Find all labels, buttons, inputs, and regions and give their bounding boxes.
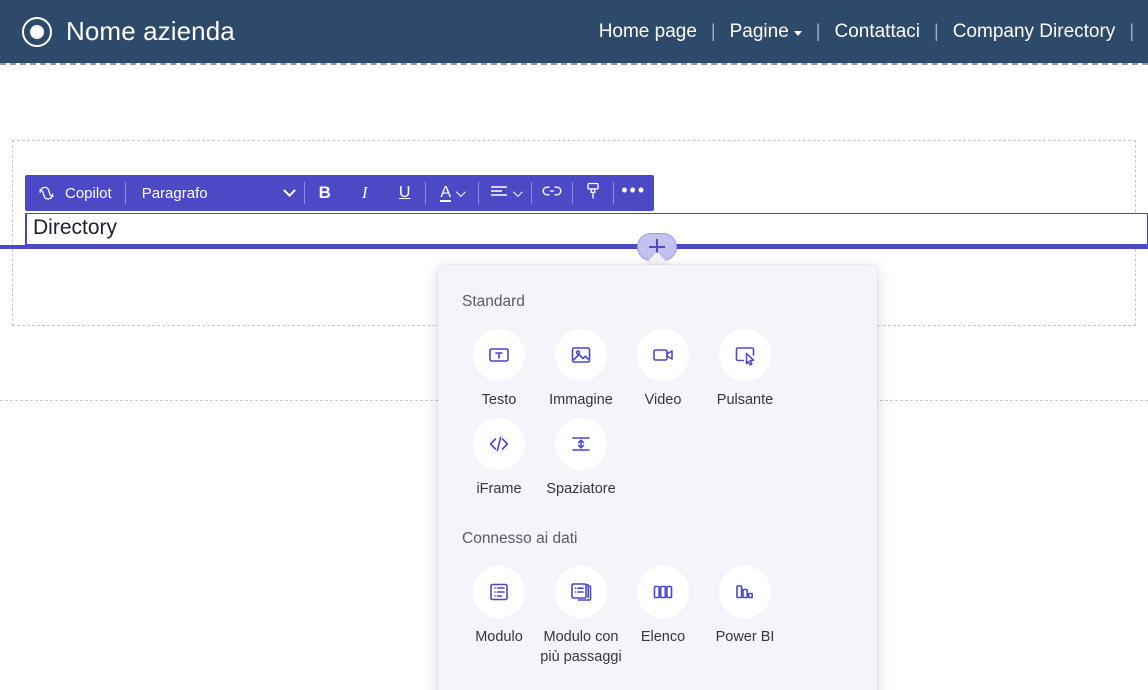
text-web-part-content[interactable]: Directory	[27, 214, 1147, 240]
tile-icon-container	[555, 566, 607, 618]
site-header: Nome azienda Home page | Pagine | Contat…	[0, 0, 1148, 63]
page-root: Nome azienda Home page | Pagine | Contat…	[0, 0, 1148, 690]
tile-icon-container	[473, 329, 525, 381]
tile-icon-container	[719, 329, 771, 381]
tile-icon-container	[473, 566, 525, 618]
nav-separator: |	[934, 21, 939, 41]
nav-item-pagine[interactable]: Pagine	[730, 21, 802, 43]
font-color-label: A	[440, 183, 452, 202]
nav-item-home-page[interactable]: Home page	[599, 21, 697, 43]
web-part-picker-panel: Standard Testo Immagine Video Pulsante i…	[438, 265, 877, 690]
tile-label: Spaziatore	[546, 481, 616, 497]
web-part-tile-elenco[interactable]: Elenco	[622, 566, 704, 667]
text-format-toolbar: Copilot Paragrafo B I U A •••	[25, 175, 654, 211]
ellipsis-icon: •••	[621, 179, 647, 200]
section-title-standard: Standard	[462, 293, 525, 310]
code-brackets-icon	[489, 436, 509, 452]
bar-chart-descending-icon	[736, 585, 754, 599]
copilot-label: Copilot	[65, 184, 112, 202]
format-painter-icon	[585, 182, 601, 204]
button-cursor-icon	[735, 347, 755, 366]
tile-grid-connesso-ai-dati: Modulo Modulo con più passaggi Elenco Po…	[438, 548, 858, 667]
web-part-tile-iframe[interactable]: iFrame	[458, 418, 540, 499]
nav-item-company-directory[interactable]: Company Directory	[953, 21, 1116, 43]
paragraph-style-value: Paragrafo	[141, 184, 208, 202]
tile-label: Power BI	[715, 629, 775, 645]
underline-label: U	[398, 184, 411, 201]
font-color-button[interactable]: A	[426, 175, 478, 211]
link-icon	[541, 184, 563, 202]
text-icon	[489, 348, 509, 362]
insert-link-button[interactable]	[532, 175, 572, 211]
italic-button[interactable]: I	[345, 175, 385, 211]
section-title-connesso-ai-dati: Connesso ai dati	[462, 530, 578, 547]
copilot-button[interactable]: Copilot	[25, 175, 125, 211]
tile-label: Elenco	[640, 629, 686, 645]
tile-icon-container	[637, 329, 689, 381]
web-part-tile-pulsante[interactable]: Pulsante	[704, 329, 786, 410]
underline-button[interactable]: U	[385, 175, 425, 211]
format-painter-button[interactable]	[573, 175, 613, 211]
nav-item-label: Pagine	[729, 20, 789, 42]
multistep-form-icon	[571, 583, 592, 601]
tile-icon-container	[637, 566, 689, 618]
web-part-tile-testo[interactable]: Testo	[458, 329, 540, 410]
tile-icon-container	[473, 418, 525, 470]
text-alignment-button[interactable]	[479, 175, 531, 211]
nav-item-contattaci[interactable]: Contattaci	[834, 21, 920, 43]
chevron-down-icon	[282, 183, 296, 197]
nav-separator: |	[1129, 21, 1134, 41]
nav-item-label: Company Directory	[952, 20, 1116, 42]
nav-separator: |	[815, 21, 821, 41]
tile-label: Pulsante	[716, 392, 774, 408]
align-left-icon	[490, 184, 508, 202]
site-title: Nome azienda	[66, 16, 235, 46]
web-part-tile-immagine[interactable]: Immagine	[540, 329, 622, 410]
web-part-tile-spaziatore[interactable]: Spaziatore	[540, 418, 622, 499]
tile-icon-container	[719, 566, 771, 618]
image-icon	[571, 347, 591, 363]
italic-label: I	[361, 183, 368, 202]
chevron-down-icon	[793, 30, 802, 36]
tile-grid-standard: Testo Immagine Video Pulsante iFrame Spa…	[438, 311, 858, 499]
tile-label: Testo	[481, 392, 517, 408]
video-camera-icon	[653, 349, 673, 361]
tile-label: iFrame	[476, 481, 522, 497]
site-navigation: Home page | Pagine | Contattaci | Compan…	[599, 21, 1148, 43]
spacer-vertical-arrows-icon	[572, 437, 590, 451]
circle-target-icon	[22, 16, 52, 47]
form-icon	[490, 583, 508, 601]
tile-label: Modulo con più passaggi	[540, 629, 622, 665]
nav-item-label: Contattaci	[834, 20, 921, 42]
chevron-down-icon	[512, 186, 523, 197]
nav-item-label: Home page	[598, 20, 697, 42]
web-part-tile-video[interactable]: Video	[622, 329, 704, 410]
copilot-icon	[36, 183, 56, 203]
tile-label: Modulo	[475, 629, 523, 645]
tile-label: Immagine	[549, 392, 613, 408]
web-part-tile-modulo[interactable]: Modulo	[458, 566, 540, 667]
text-web-part[interactable]: Directory	[25, 213, 1148, 248]
paragraph-style-dropdown[interactable]: Paragrafo	[126, 175, 304, 211]
web-part-tile-modulo-con-piu-passaggi[interactable]: Modulo con più passaggi	[540, 566, 622, 667]
web-part-tile-power-bi[interactable]: Power BI	[704, 566, 786, 667]
chevron-down-icon	[455, 186, 466, 197]
bold-button[interactable]: B	[305, 175, 345, 211]
tile-icon-container	[555, 418, 607, 470]
more-options-button[interactable]: •••	[614, 175, 654, 211]
bold-label: B	[318, 183, 331, 202]
insert-indicator-line	[0, 245, 1148, 249]
tile-icon-container	[555, 329, 607, 381]
list-columns-icon	[653, 585, 673, 599]
page-canvas: Copilot Paragrafo B I U A ••• Directory …	[0, 66, 1148, 690]
site-brand[interactable]: Nome azienda	[22, 16, 235, 47]
nav-separator: |	[710, 21, 716, 41]
tile-label: Video	[644, 392, 682, 408]
